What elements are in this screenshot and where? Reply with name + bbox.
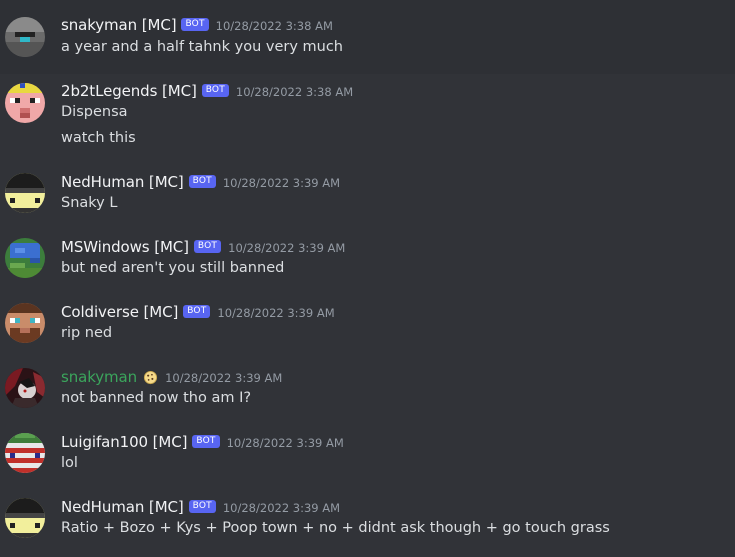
bot-tag: BOT xyxy=(188,174,216,188)
username[interactable]: Coldiverse [MC] xyxy=(61,303,178,321)
timestamp[interactable]: 10/28/2022 3:38 AM xyxy=(236,85,353,99)
message-text: rip ned xyxy=(61,325,113,341)
bot-tag: BOT xyxy=(183,304,211,318)
avatar[interactable] xyxy=(5,17,45,57)
message-text: Dispensa xyxy=(61,104,128,120)
timestamp[interactable]: 10/28/2022 3:39 AM xyxy=(165,371,282,385)
bot-tag: BOT xyxy=(181,17,209,31)
message-text: but ned aren't you still banned xyxy=(61,260,285,276)
timestamp[interactable]: 10/28/2022 3:38 AM xyxy=(216,19,333,33)
username[interactable]: 2b2tLegends [MC] xyxy=(61,82,197,100)
username[interactable]: Luigifan100 [MC] xyxy=(61,433,187,451)
message-text: not banned now tho am I? xyxy=(61,390,252,406)
message-text: a year and a half tahnk you very much xyxy=(61,39,343,55)
username[interactable]: MSWindows [MC] xyxy=(61,238,189,256)
username[interactable]: snakyman [MC] xyxy=(61,16,177,34)
timestamp[interactable]: 10/28/2022 3:39 AM xyxy=(223,501,340,515)
message-text: watch this xyxy=(61,130,136,146)
avatar[interactable] xyxy=(5,368,45,408)
username[interactable]: NedHuman [MC] xyxy=(61,173,184,191)
avatar[interactable] xyxy=(5,173,45,213)
timestamp[interactable]: 10/28/2022 3:39 AM xyxy=(228,241,345,255)
avatar[interactable] xyxy=(5,433,45,473)
message-text: Snaky L xyxy=(61,195,118,211)
bot-tag: BOT xyxy=(201,83,229,97)
avatar[interactable] xyxy=(5,303,45,343)
username[interactable]: NedHuman [MC] xyxy=(61,498,184,516)
avatar[interactable] xyxy=(5,238,45,278)
message-text: Ratio + Bozo + Kys + Poop town + no + di… xyxy=(61,520,610,536)
timestamp[interactable]: 10/28/2022 3:39 AM xyxy=(223,176,340,190)
message-text: lol xyxy=(61,455,78,471)
bot-tag: BOT xyxy=(192,434,220,448)
cookie-role-icon xyxy=(143,370,158,385)
message-hover-highlight xyxy=(0,0,735,74)
username[interactable]: snakyman xyxy=(61,368,137,386)
avatar[interactable] xyxy=(5,83,45,123)
bot-tag: BOT xyxy=(188,499,216,513)
timestamp[interactable]: 10/28/2022 3:39 AM xyxy=(227,436,344,450)
avatar[interactable] xyxy=(5,498,45,538)
timestamp[interactable]: 10/28/2022 3:39 AM xyxy=(217,306,334,320)
bot-tag: BOT xyxy=(193,239,222,253)
